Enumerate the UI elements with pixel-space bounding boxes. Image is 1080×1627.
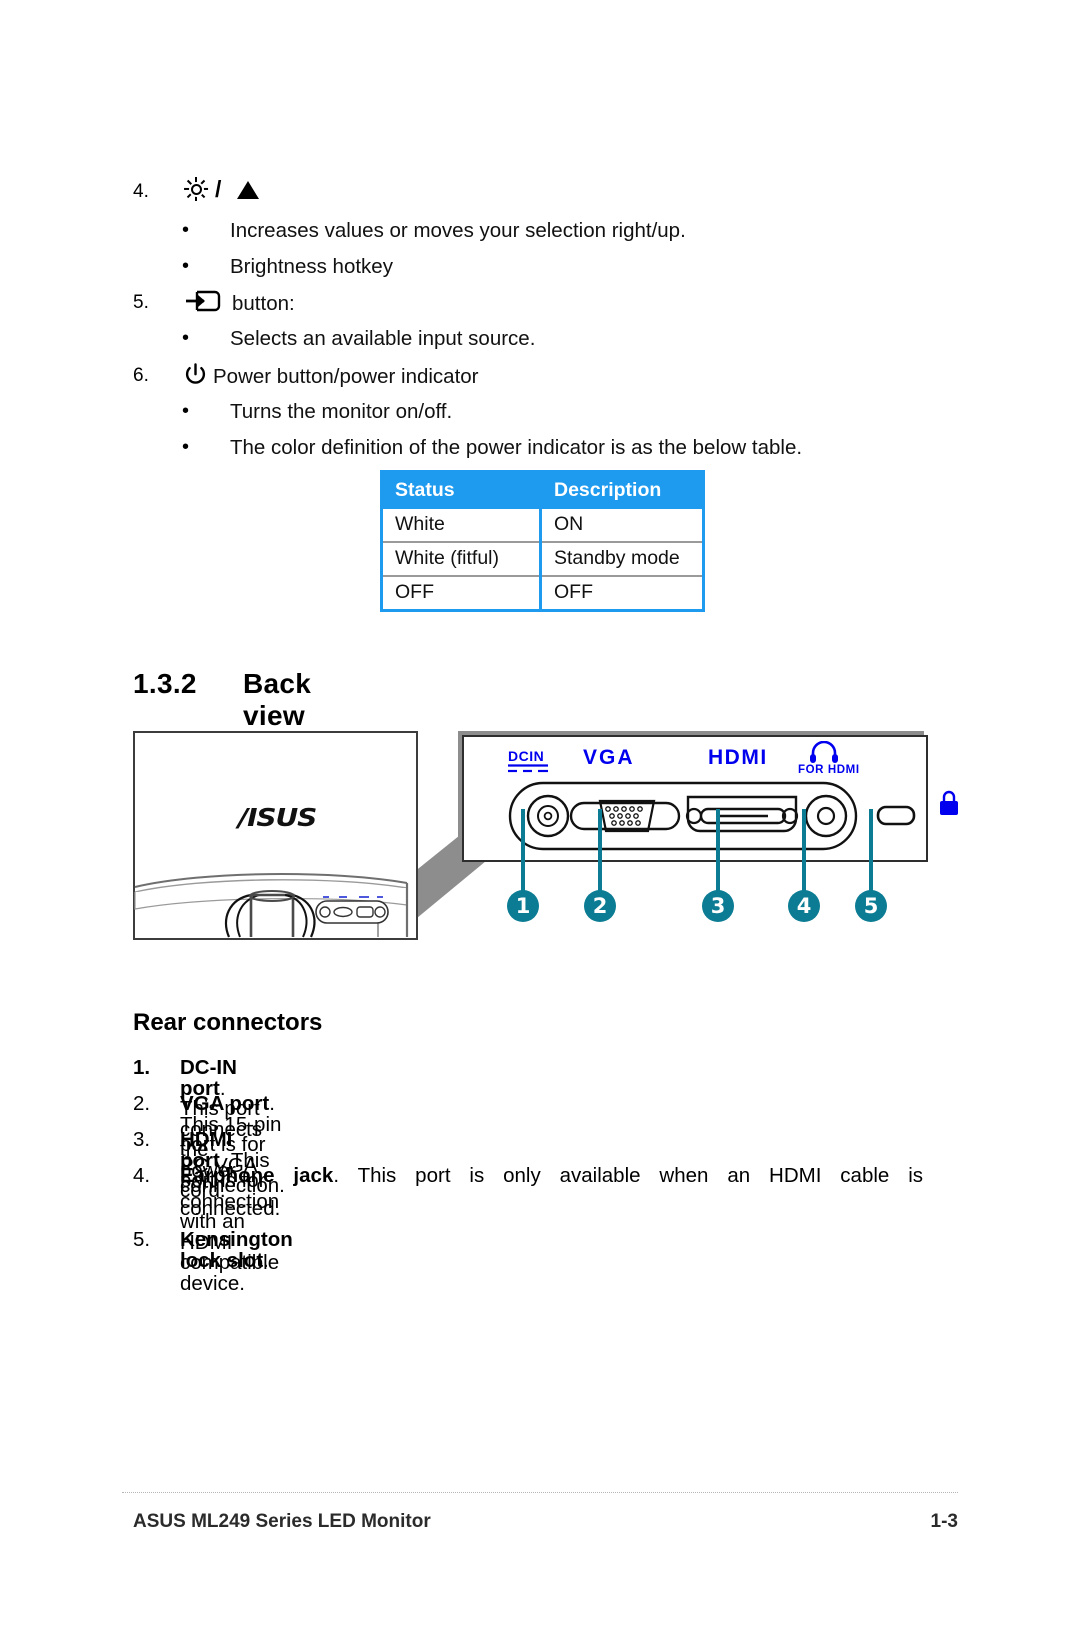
step-4-number: 4.: [133, 181, 149, 202]
cell-status: White: [383, 509, 542, 542]
footer-page-number: 1-3: [930, 1511, 958, 1532]
vga-label: VGA: [583, 746, 635, 769]
table-header-row: Status Description: [383, 473, 702, 509]
page-title: Back view: [243, 668, 312, 731]
item-number: 1.: [133, 1056, 151, 1079]
callout-4: 4: [788, 890, 820, 922]
back-view-figure: /ISUS DCIN VGA HDMI FOR HDMI 1 2 3 4 5: [133, 731, 958, 946]
item-rest: .: [263, 1248, 269, 1272]
bullet-text: Increases values or moves your selection…: [230, 219, 686, 242]
item-term: Earphone jack: [180, 1164, 334, 1187]
dcin-label: DCIN: [508, 748, 545, 764]
cell-description: OFF: [540, 575, 702, 609]
bullet-text: Turns the monitor on/off.: [230, 400, 453, 423]
button-description-list: 4. / • Increases values or moves your se…: [133, 176, 803, 459]
bullet-text: Brightness hotkey: [230, 255, 393, 278]
item-rest: . This port is only available when an HD…: [333, 1164, 923, 1187]
item-number: 4.: [133, 1164, 151, 1187]
table-row: White ON: [383, 509, 702, 542]
item-number: 3.: [133, 1128, 151, 1151]
bullet-text: The color definition of the power indica…: [230, 436, 803, 459]
cell-status: White (fitful): [383, 541, 542, 576]
callout-1: 1: [507, 890, 539, 922]
asus-logo: /ISUS: [238, 803, 317, 832]
power-icon: [185, 363, 206, 386]
cell-description: ON: [540, 509, 702, 542]
rear-panel-diagram: DCIN VGA HDMI FOR HDMI: [458, 731, 958, 862]
item-continuation: connected.: [180, 1196, 281, 1220]
input-source-icon: [185, 289, 221, 313]
monitor-stand-illustration: [133, 861, 418, 940]
step-6-label: Power button/power indicator: [213, 365, 479, 388]
table-row: OFF OFF: [383, 575, 702, 609]
document-page: 4. / • Increases values or moves your se…: [0, 0, 1080, 1627]
step-6-number: 6.: [133, 365, 149, 386]
cell-status: OFF: [383, 575, 542, 609]
footer-product-name: ASUS ML249 Series LED Monitor: [133, 1511, 431, 1532]
section-number: 1.3.2: [133, 668, 197, 699]
callout-5: 5: [855, 890, 887, 922]
cell-description: Standby mode: [540, 541, 702, 576]
callout-3: 3: [702, 890, 734, 922]
step-5-number: 5.: [133, 292, 149, 313]
port-shapes: [508, 781, 916, 851]
item-number: 5.: [133, 1228, 151, 1251]
item-term: Kensington lock slot: [180, 1228, 293, 1272]
bullet-text: Selects an available input source.: [230, 327, 536, 350]
hdmi-label: HDMI: [708, 746, 768, 769]
step-5-label: button:: [232, 292, 295, 315]
dcin-underline-icon: [508, 764, 548, 773]
table-row: White (fitful) Standby mode: [383, 541, 702, 576]
footer-divider: [122, 1492, 958, 1493]
headphone-icon: [810, 741, 838, 763]
power-indicator-status-table: Status Description White ON White (fitfu…: [380, 470, 705, 612]
kensington-lock-icon: [940, 790, 958, 815]
rear-connectors-heading: Rear connectors: [133, 1009, 323, 1036]
column-header-description: Description: [540, 473, 702, 509]
for-hdmi-label: FOR HDMI: [798, 764, 860, 776]
item-number: 2.: [133, 1092, 151, 1115]
column-header-status: Status: [383, 473, 542, 509]
callout-2: 2: [584, 890, 616, 922]
